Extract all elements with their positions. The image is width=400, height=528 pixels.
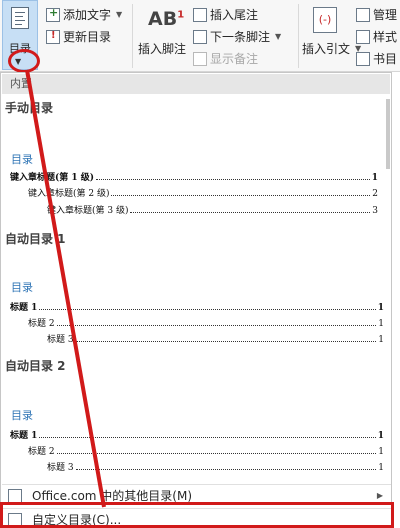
annotation-arrow-line	[25, 69, 106, 508]
